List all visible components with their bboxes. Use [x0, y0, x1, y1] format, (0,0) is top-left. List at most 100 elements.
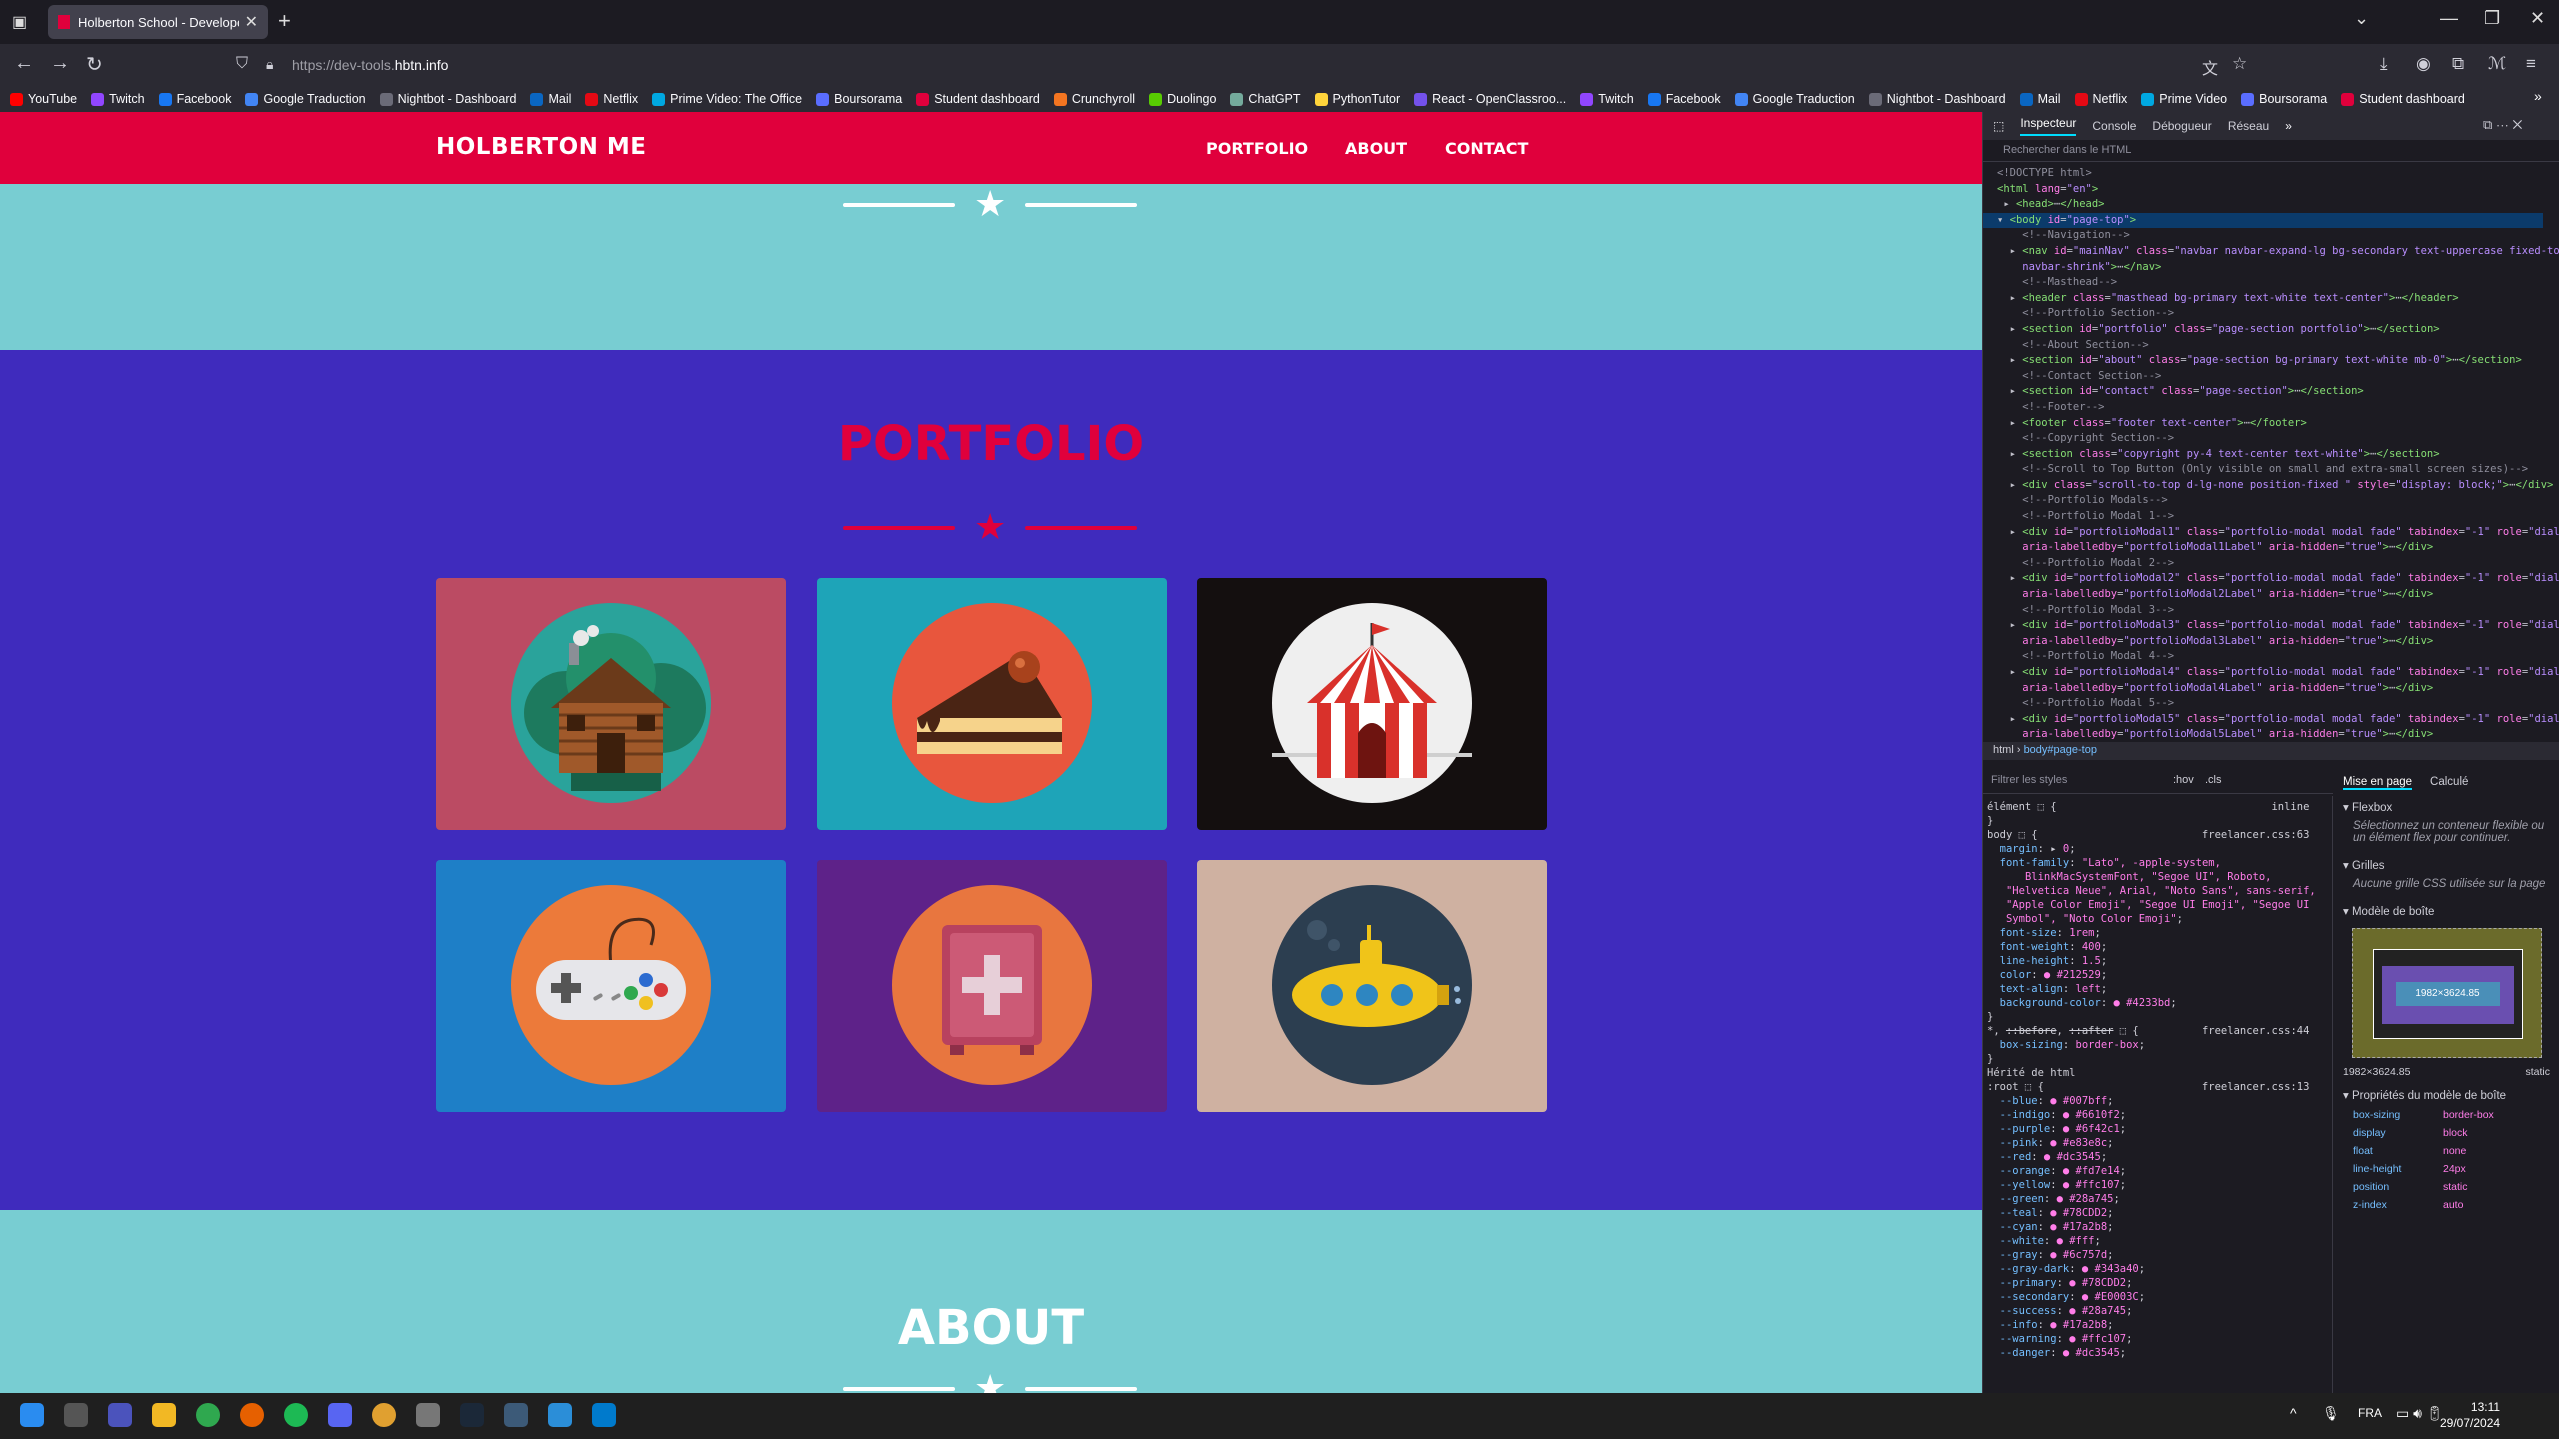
vscode-icon[interactable] — [592, 1403, 616, 1427]
bookmark-favicon-icon — [1149, 92, 1163, 106]
bookmark-item[interactable]: Duolingo — [1149, 92, 1216, 106]
close-tab-icon[interactable]: ✕ — [245, 12, 258, 32]
back-icon[interactable]: ← — [14, 52, 34, 75]
cls-toggle[interactable]: .cls — [2205, 774, 2222, 786]
menu-icon[interactable]: ≡ — [2526, 54, 2536, 74]
portfolio-item-controller[interactable] — [436, 860, 786, 1112]
download-icon[interactable]: ⤓ — [2380, 54, 2388, 74]
microphone-icon[interactable]: 🎙︎ — [2322, 1405, 2340, 1422]
tab-inspector[interactable]: Inspecteur — [2020, 116, 2077, 136]
teams-icon[interactable] — [108, 1403, 132, 1427]
reload-icon[interactable]: ↻ — [86, 52, 103, 77]
spotify-icon[interactable] — [284, 1403, 308, 1427]
bookmark-item[interactable]: Crunchyroll — [1053, 92, 1135, 106]
discord-icon[interactable] — [328, 1403, 352, 1427]
bookmark-item[interactable]: React - OpenClassroo... — [1414, 92, 1566, 106]
css-rules-panel[interactable]: élément ⬚ { inline } body ⬚ { freelancer… — [1983, 796, 2333, 1427]
task-view-icon[interactable] — [64, 1403, 88, 1427]
bookmark-item[interactable]: Google Traduction — [245, 92, 366, 106]
account-icon[interactable]: ◉ — [2416, 54, 2431, 74]
bookmark-item[interactable]: Nightbot - Dashboard — [379, 92, 516, 106]
tab-debugger[interactable]: Débogueur — [2152, 119, 2211, 133]
visual-studio-icon[interactable] — [548, 1403, 572, 1427]
html-search-input[interactable]: Rechercher dans le HTML — [1983, 140, 2559, 162]
clock[interactable]: 13:11 29/07/2024 — [2440, 1399, 2500, 1431]
app-icon[interactable] — [372, 1403, 396, 1427]
steam-icon[interactable] — [460, 1403, 484, 1427]
bookmark-item[interactable]: Mail — [530, 92, 571, 106]
bookmark-item[interactable]: Student dashboard — [916, 92, 1040, 106]
chevron-down-icon[interactable]: ⌄ — [2354, 8, 2369, 29]
safe-icon — [892, 885, 1092, 1085]
bookmark-item[interactable]: YouTube — [10, 92, 77, 106]
navbar-brand[interactable]: HOLBERTON ME — [436, 134, 646, 160]
file-explorer-icon[interactable] — [152, 1403, 176, 1427]
shield-icon[interactable]: ⛉ — [236, 55, 248, 73]
url-bar[interactable]: https://dev-tools. hbtn.info — [292, 49, 2292, 81]
new-tab-button[interactable]: + — [278, 8, 291, 34]
nav-link-contact[interactable]: CONTACT — [1445, 139, 1528, 158]
forward-icon[interactable]: → — [50, 52, 70, 75]
bookmark-item[interactable]: Boursorama — [816, 92, 902, 106]
tab-console[interactable]: Console — [2092, 119, 2136, 133]
minimize-button[interactable]: — — [2440, 8, 2458, 29]
more-tabs-icon[interactable]: » — [2285, 119, 2292, 133]
hov-toggle[interactable]: :hov — [2173, 774, 2194, 786]
bookmark-item[interactable]: PythonTutor — [1314, 92, 1400, 106]
start-icon[interactable] — [20, 1403, 44, 1427]
portfolio-item-submarine[interactable] — [1197, 860, 1547, 1112]
close-window-button[interactable]: ✕ — [2530, 8, 2545, 29]
language-indicator[interactable]: FRA — [2358, 1406, 2382, 1420]
translate-icon[interactable]: 文 — [2202, 55, 2218, 79]
bookmark-item[interactable]: Facebook — [158, 92, 231, 106]
bookmark-favicon-icon — [1414, 92, 1428, 106]
bookmark-item[interactable]: Facebook — [1647, 92, 1721, 106]
bookmark-item[interactable]: Twitch — [1580, 92, 1634, 106]
breadcrumb-body[interactable]: body#page-top — [2024, 744, 2097, 756]
breadcrumb-html[interactable]: html — [1993, 744, 2014, 756]
bookmark-item[interactable]: Prime Video: The Office — [652, 92, 802, 106]
bookmark-item[interactable]: Boursorama — [2241, 92, 2327, 106]
lock-icon[interactable]: 🔒︎ — [266, 56, 273, 73]
tab-layout[interactable]: Mise en page — [2343, 776, 2413, 790]
bookmark-item[interactable]: Twitch — [91, 92, 145, 106]
chrome-icon[interactable] — [196, 1403, 220, 1427]
settings-icon[interactable] — [416, 1403, 440, 1427]
tab-computed[interactable]: Calculé — [2430, 776, 2468, 790]
bookmark-item[interactable]: Mail — [2019, 92, 2061, 106]
firefox-icon[interactable] — [240, 1403, 264, 1427]
bookmark-favicon-icon — [1230, 92, 1244, 106]
tab-holberton[interactable]: Holberton School - Developer t ✕ — [48, 5, 268, 39]
nav-link-about[interactable]: ABOUT — [1345, 139, 1407, 158]
tray-chevron-icon[interactable]: ^ — [2290, 1405, 2297, 1421]
pick-element-icon[interactable]: ⬚ — [1993, 119, 2004, 133]
tab-network[interactable]: Réseau — [2228, 119, 2269, 133]
bookmark-item[interactable]: Prime Video — [2141, 92, 2227, 106]
box-model-content: 1982×3624.85 — [2395, 982, 2500, 1006]
extensions-icon[interactable]: ⧉ — [2452, 54, 2464, 74]
bookmark-item[interactable]: Netflix — [585, 92, 638, 106]
portfolio-item-cake[interactable] — [817, 578, 1167, 830]
bookmark-item[interactable]: Nightbot - Dashboard — [1868, 92, 2006, 106]
bookmark-item[interactable]: Student dashboard — [2341, 92, 2465, 106]
maximize-button[interactable]: ❐ — [2484, 8, 2500, 29]
nav-link-portfolio[interactable]: PORTFOLIO — [1206, 139, 1308, 158]
styles-filter-input[interactable]: Filtrer les styles :hov .cls — [1983, 772, 2333, 794]
network-volume-icon[interactable]: ▭ 🔊︎ 🔋︎ — [2396, 1405, 2444, 1422]
portfolio-section: PORTFOLIO ★ — [0, 350, 1982, 1210]
bookmark-item[interactable]: ChatGPT — [1230, 92, 1301, 106]
extension-m-icon[interactable]: ℳ — [2488, 54, 2506, 74]
terminal-icon[interactable] — [504, 1403, 528, 1427]
devtools-options-icon[interactable]: ⧉ ⋯ ✕ — [2483, 117, 2522, 133]
portfolio-item-safe[interactable] — [817, 860, 1167, 1112]
grid-heading: ▾ Grilles — [2343, 860, 2385, 872]
bookmark-item[interactable]: Netflix — [2074, 92, 2127, 106]
portfolio-item-cabin[interactable] — [436, 578, 786, 830]
box-prop-value: static — [2443, 1181, 2468, 1193]
bookmark-item[interactable]: Google Traduction — [1734, 92, 1855, 106]
more-bookmarks-icon[interactable]: » — [2534, 88, 2542, 104]
portfolio-item-circus[interactable] — [1197, 578, 1547, 830]
html-tree[interactable]: <!DOCTYPE html> <html lang="en"> ▸ <head… — [1983, 166, 2559, 743]
bookmark-star-icon[interactable]: ☆ — [2232, 54, 2247, 74]
tab-list-icon[interactable]: ▣ — [12, 12, 27, 32]
